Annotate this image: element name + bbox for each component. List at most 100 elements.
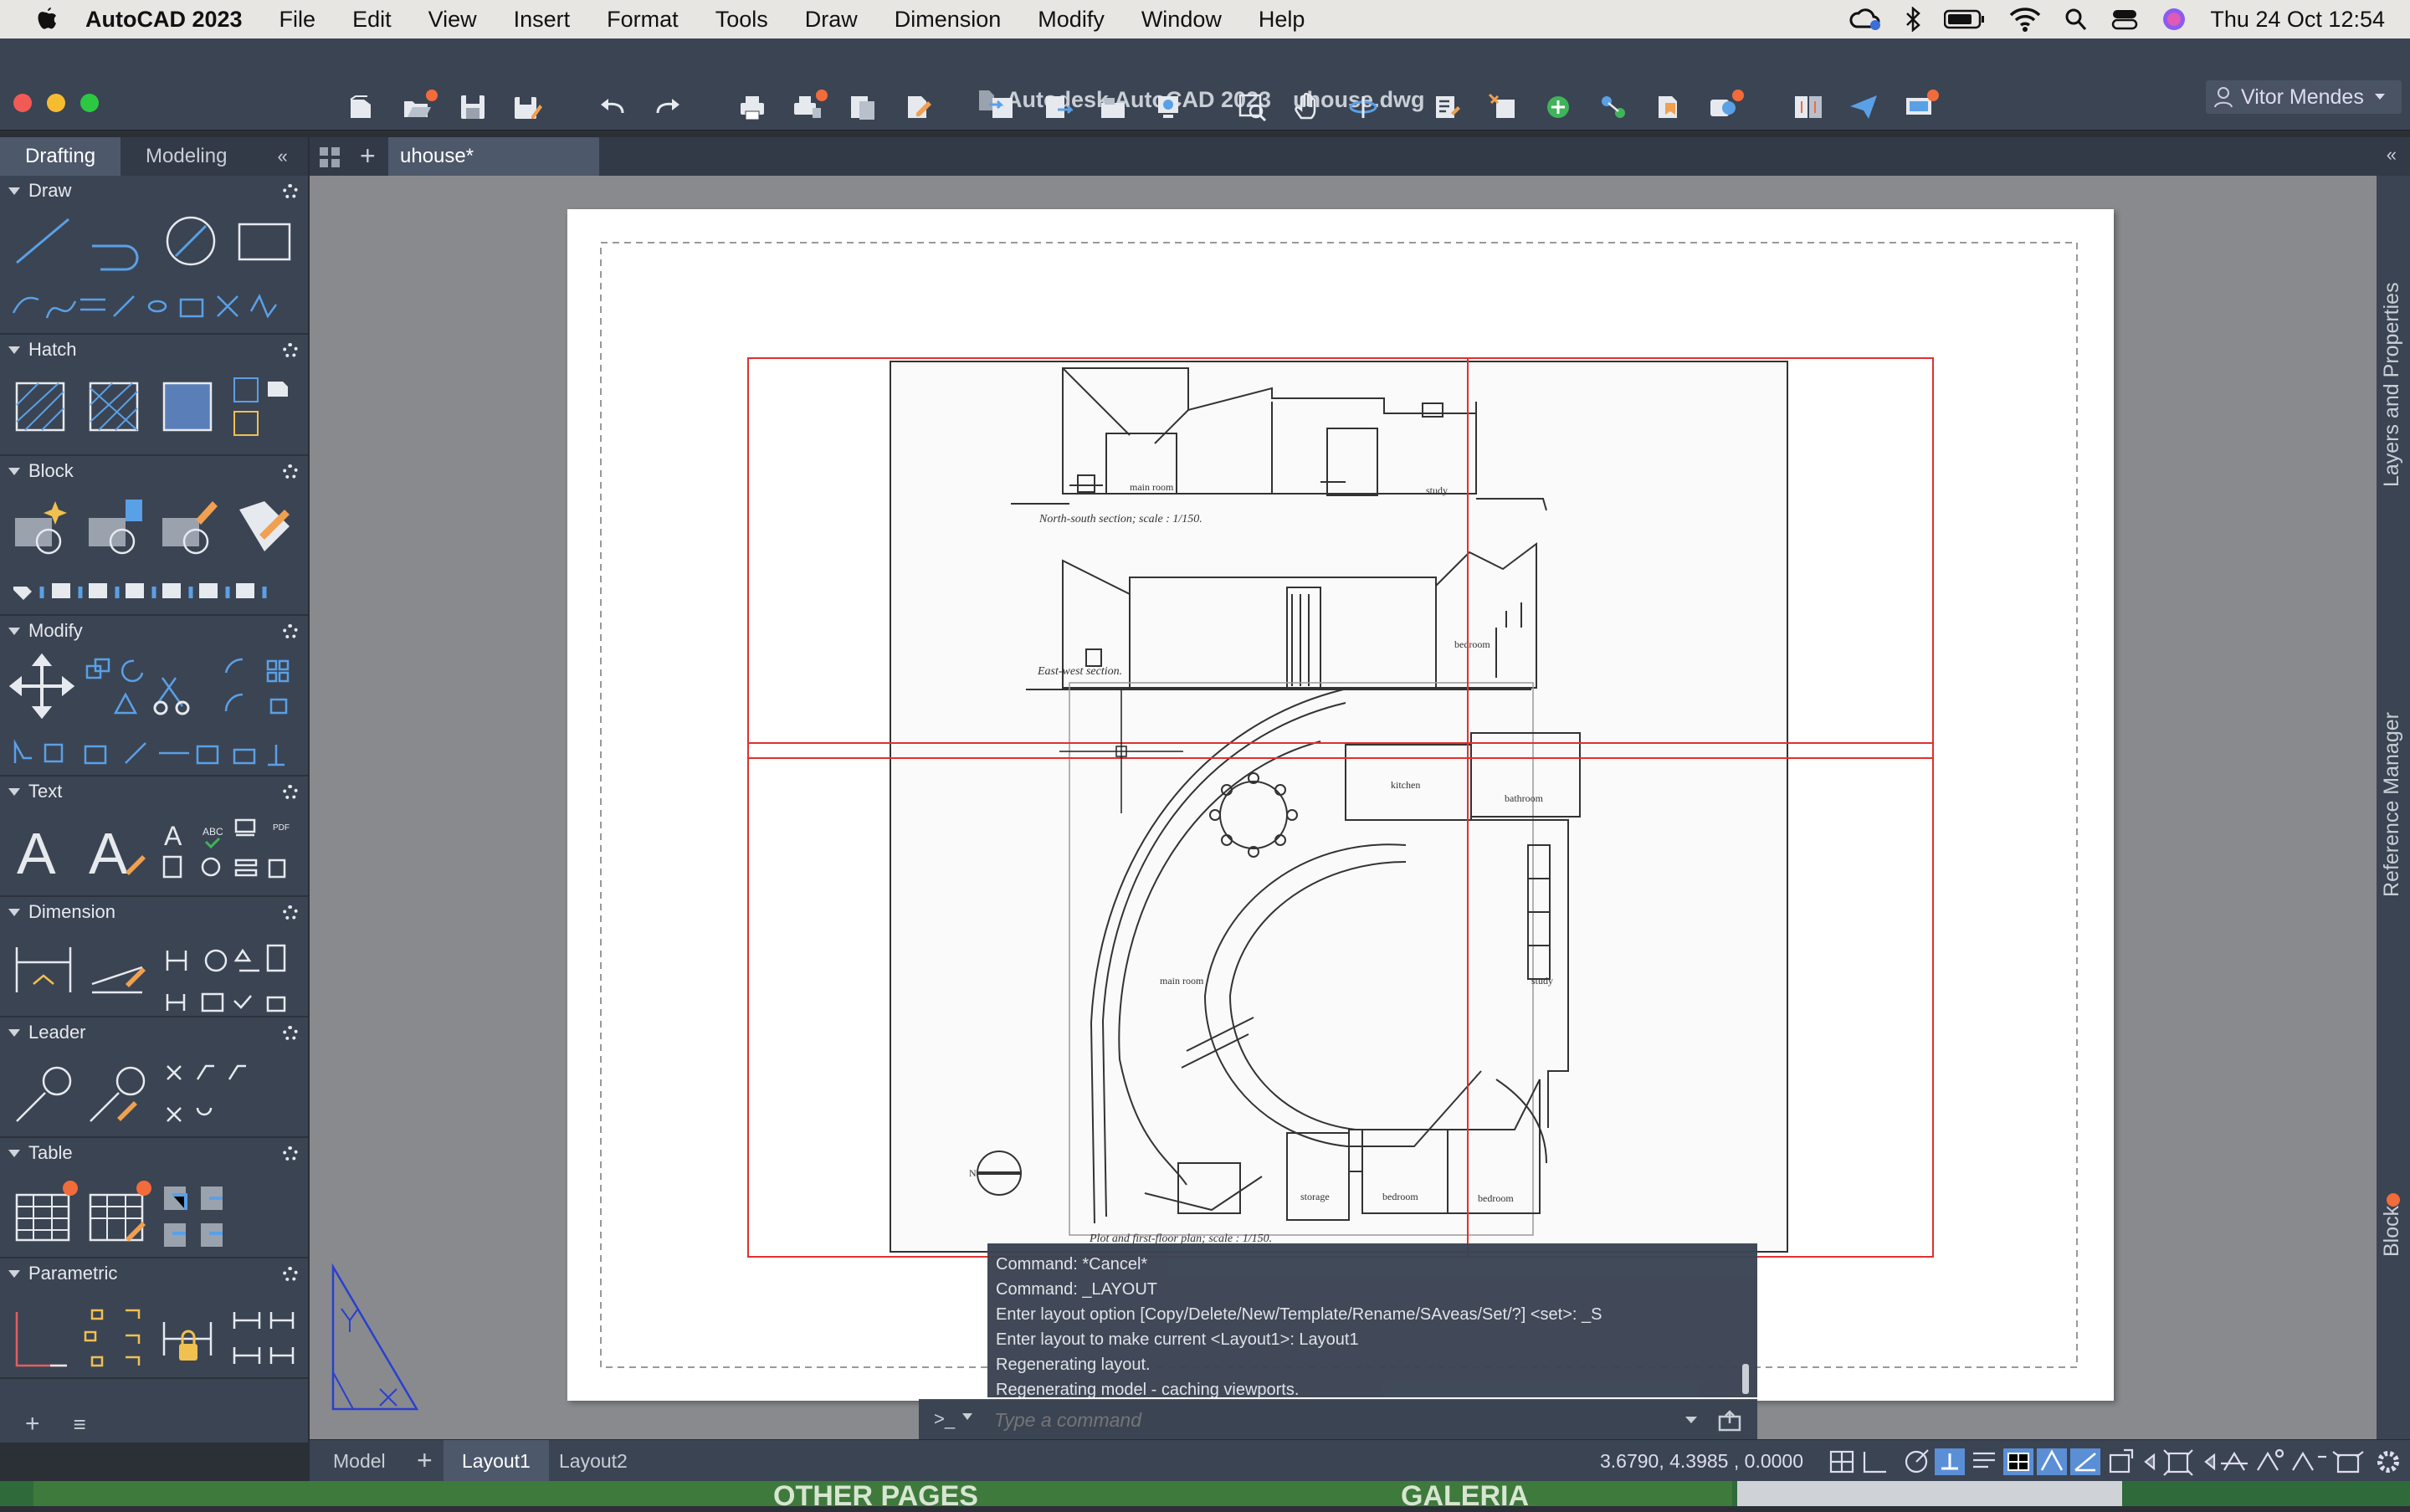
draw-tools-icons[interactable] (8, 213, 301, 330)
app-menu[interactable]: AutoCAD 2023 (85, 7, 243, 33)
close-window-button[interactable] (13, 94, 32, 112)
section-header[interactable]: Dimension (0, 897, 308, 927)
sheet-manager-icon[interactable] (1654, 93, 1684, 121)
palette-menu-icon[interactable]: ≡ (74, 1412, 86, 1438)
markup-icon[interactable] (1709, 90, 1744, 121)
export-icon[interactable] (1043, 93, 1074, 121)
menu-file[interactable]: File (279, 7, 316, 33)
save-icon[interactable] (458, 93, 488, 121)
minimize-window-button[interactable] (47, 94, 65, 112)
user-account-button[interactable]: Vitor Mendes (2206, 80, 2402, 114)
new-file-icon[interactable] (347, 93, 377, 121)
status-toggle-icons[interactable] (1828, 1447, 2405, 1477)
menu-format[interactable]: Format (607, 7, 679, 33)
menu-tools[interactable]: Tools (715, 7, 768, 33)
table-tools-icons[interactable] (8, 1175, 301, 1255)
new-tab-icon[interactable]: + (360, 141, 376, 172)
undo-icon[interactable] (597, 93, 628, 121)
properties-icon[interactable] (1433, 93, 1463, 121)
redo-icon[interactable] (653, 93, 683, 121)
tab-drafting[interactable]: Drafting (0, 137, 121, 176)
add-layout-icon[interactable]: + (417, 1445, 433, 1476)
batch-plot-icon[interactable] (792, 90, 828, 121)
gear-icon[interactable] (283, 1146, 298, 1161)
section-header[interactable]: Hatch (0, 335, 308, 365)
section-header[interactable]: Modify (0, 616, 308, 646)
gear-icon[interactable] (283, 343, 298, 358)
bluetooth-icon[interactable] (1905, 7, 1921, 32)
add-icon[interactable]: + (25, 1410, 40, 1438)
section-header[interactable]: Leader (0, 1017, 308, 1048)
siri-icon[interactable] (2161, 7, 2187, 32)
menu-draw[interactable]: Draw (805, 7, 858, 33)
command-customize-icon[interactable] (1717, 1408, 1742, 1432)
section-header[interactable]: Block (0, 456, 308, 486)
block-tools-icons[interactable] (8, 493, 301, 610)
command-history-dropdown-icon[interactable] (1685, 1417, 1697, 1423)
import-icon[interactable] (987, 93, 1018, 121)
leader-tools-icons[interactable] (8, 1054, 301, 1135)
gear-icon[interactable] (283, 1026, 298, 1041)
section-header[interactable]: Draw (0, 176, 308, 206)
collapse-palette-icon[interactable]: « (277, 146, 287, 167)
command-scrollbar[interactable] (1742, 1364, 1749, 1394)
gear-icon[interactable] (283, 464, 298, 479)
menu-edit[interactable]: Edit (352, 7, 392, 33)
menu-insert[interactable]: Insert (514, 7, 571, 33)
menu-help[interactable]: Help (1259, 7, 1305, 33)
gear-icon[interactable] (283, 624, 298, 639)
wifi-icon[interactable] (2009, 7, 2041, 32)
start-tab-grid-icon[interactable] (318, 146, 341, 169)
publish-icon[interactable] (903, 93, 933, 121)
coordinates-readout[interactable]: 3.6790, 4.3985 , 0.0000 (1600, 1450, 1803, 1473)
tab-modeling[interactable]: Modeling (120, 137, 252, 176)
orbit-icon[interactable] (1348, 93, 1378, 121)
pan-hand-icon[interactable] (1293, 92, 1323, 121)
battery-icon[interactable] (1944, 8, 1986, 30)
layout-sheet[interactable]: main room study North-south section; sca… (438, 209, 2114, 1407)
modify-tools-icons[interactable] (8, 653, 301, 770)
page-setup-icon[interactable] (848, 93, 878, 121)
text-tools-icons[interactable]: A A A ABC PDF (8, 813, 301, 894)
creative-cloud-icon[interactable] (1849, 7, 1882, 32)
menu-modify[interactable]: Modify (1038, 7, 1105, 33)
gear-icon[interactable] (283, 1267, 298, 1282)
section-header[interactable]: Parametric (0, 1258, 308, 1289)
apple-icon[interactable] (35, 6, 59, 33)
open-file-icon[interactable] (403, 90, 438, 121)
layers-and-properties-panel[interactable]: Layers and Properties (2380, 282, 2404, 487)
section-header[interactable]: Text (0, 777, 308, 807)
collapse-right-icon[interactable]: « (2387, 144, 2397, 166)
reference-manager-panel[interactable]: Reference Manager (2380, 712, 2404, 897)
plot-icon[interactable] (737, 93, 767, 121)
share-drawing-icon[interactable] (1153, 93, 1183, 121)
zoom-window-icon[interactable] (1238, 93, 1268, 122)
command-input[interactable] (994, 1407, 1664, 1433)
zoom-window-button[interactable] (80, 94, 99, 112)
dimension-tools-icons[interactable] (8, 934, 301, 1014)
compare-icon[interactable] (1793, 93, 1823, 121)
save-as-icon[interactable] (513, 93, 543, 121)
control-center-icon[interactable] (2111, 7, 2138, 32)
gear-icon[interactable] (283, 785, 298, 800)
menu-dimension[interactable]: Dimension (895, 7, 1002, 33)
design-center-icon[interactable] (1543, 93, 1573, 121)
gear-icon[interactable] (283, 905, 298, 920)
section-header[interactable]: Table (0, 1138, 308, 1168)
tab-layout2[interactable]: Layout2 (541, 1440, 646, 1482)
tool-palettes-icon[interactable] (1598, 93, 1628, 121)
gear-icon[interactable] (283, 184, 298, 199)
parametric-tools-icons[interactable] (8, 1295, 301, 1376)
tab-model[interactable]: Model (315, 1440, 404, 1482)
chevron-down-icon[interactable] (962, 1413, 972, 1420)
document-tab[interactable]: uhouse* (388, 137, 599, 176)
send-share-icon[interactable] (1849, 93, 1879, 121)
display-settings-icon[interactable] (1904, 90, 1939, 121)
clock[interactable]: Thu 24 Oct 12:54 (2210, 7, 2385, 33)
menu-window[interactable]: Window (1141, 7, 1222, 33)
sheet-set-icon[interactable] (1098, 93, 1128, 121)
spotlight-search-icon[interactable] (2064, 7, 2088, 32)
match-properties-icon[interactable] (1488, 93, 1518, 121)
hatch-tools-icons[interactable] (8, 372, 301, 447)
menu-view[interactable]: View (428, 7, 477, 33)
